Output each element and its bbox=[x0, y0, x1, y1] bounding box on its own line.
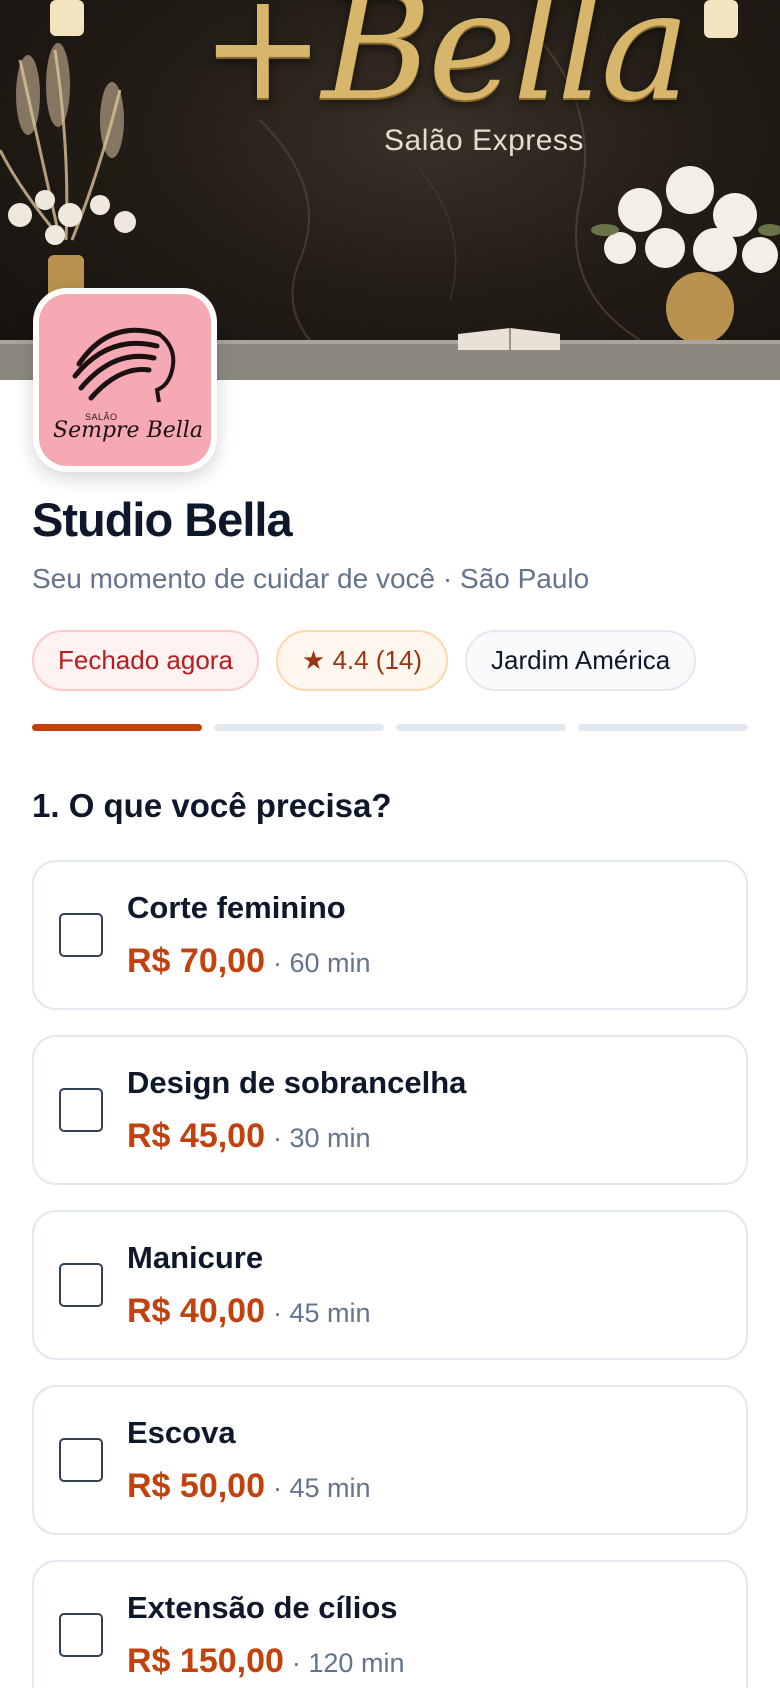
service-meta: R$ 150,00 · 120 min bbox=[127, 1642, 404, 1681]
info-chips: Fechado agora ★ 4.4 (14) Jardim América bbox=[32, 630, 697, 691]
step-progress bbox=[32, 724, 748, 731]
service-duration: · 45 min bbox=[273, 1298, 371, 1328]
salon-title: Studio Bella bbox=[32, 493, 293, 546]
service-name: Corte feminino bbox=[127, 890, 346, 925]
service-item[interactable]: Corte feminino R$ 70,00 · 60 min bbox=[32, 860, 748, 1010]
service-checkbox[interactable] bbox=[59, 1438, 103, 1482]
service-name: Extensão de cílios bbox=[127, 1590, 398, 1625]
step-indicator-3 bbox=[396, 724, 566, 731]
service-item[interactable]: Extensão de cílios R$ 150,00 · 120 min bbox=[32, 1560, 748, 1688]
service-checkbox[interactable] bbox=[59, 913, 103, 957]
logo-badge: SALÃO Sempre Bella bbox=[39, 294, 211, 466]
service-checkbox[interactable] bbox=[59, 1263, 103, 1307]
status-badge: Fechado agora bbox=[32, 630, 259, 691]
service-name: Manicure bbox=[127, 1240, 264, 1275]
service-price: R$ 70,00 bbox=[127, 942, 265, 980]
service-item[interactable]: Design de sobrancelha R$ 45,00 · 30 min bbox=[32, 1035, 748, 1185]
cover-brand-subtitle: Salão Express bbox=[384, 124, 584, 157]
service-price: R$ 50,00 bbox=[127, 1467, 265, 1505]
service-meta: R$ 50,00 · 45 min bbox=[127, 1467, 371, 1506]
service-meta: R$ 40,00 · 45 min bbox=[127, 1292, 371, 1331]
neighborhood-badge: Jardim América bbox=[465, 630, 697, 691]
step-indicator-1 bbox=[32, 724, 202, 731]
service-meta: R$ 70,00 · 60 min bbox=[127, 942, 371, 981]
rating-badge: ★ 4.4 (14) bbox=[275, 630, 449, 691]
service-duration: · 30 min bbox=[273, 1123, 371, 1153]
service-price: R$ 45,00 bbox=[127, 1117, 265, 1155]
service-meta: R$ 45,00 · 30 min bbox=[127, 1117, 371, 1156]
service-checkbox[interactable] bbox=[59, 1088, 103, 1132]
service-item[interactable]: Manicure R$ 40,00 · 45 min bbox=[32, 1210, 748, 1360]
salon-logo: SALÃO Sempre Bella bbox=[33, 288, 217, 472]
section-title: 1. O que você precisa? bbox=[32, 787, 392, 824]
logo-name-text: Sempre Bella bbox=[53, 418, 203, 443]
service-price: R$ 150,00 bbox=[127, 1642, 284, 1680]
service-duration: · 120 min bbox=[291, 1648, 405, 1678]
step-indicator-4 bbox=[578, 724, 748, 731]
service-name: Escova bbox=[127, 1415, 236, 1450]
service-duration: · 45 min bbox=[273, 1473, 371, 1503]
service-checkbox[interactable] bbox=[59, 1613, 103, 1657]
service-name: Design de sobrancelha bbox=[127, 1065, 467, 1100]
salon-subtitle: Seu momento de cuidar de você · São Paul… bbox=[32, 563, 590, 594]
salon-page: +Bella Salão Express SALÃO Sempre Bella … bbox=[0, 0, 780, 1688]
service-item[interactable]: Escova R$ 50,00 · 45 min bbox=[32, 1385, 748, 1535]
services-list: Corte feminino R$ 70,00 · 60 min Design … bbox=[32, 860, 748, 1688]
service-duration: · 60 min bbox=[273, 948, 371, 978]
step-indicator-2 bbox=[214, 724, 384, 731]
cover-brand-text: +Bella bbox=[200, 0, 690, 134]
service-price: R$ 40,00 bbox=[127, 1292, 265, 1330]
